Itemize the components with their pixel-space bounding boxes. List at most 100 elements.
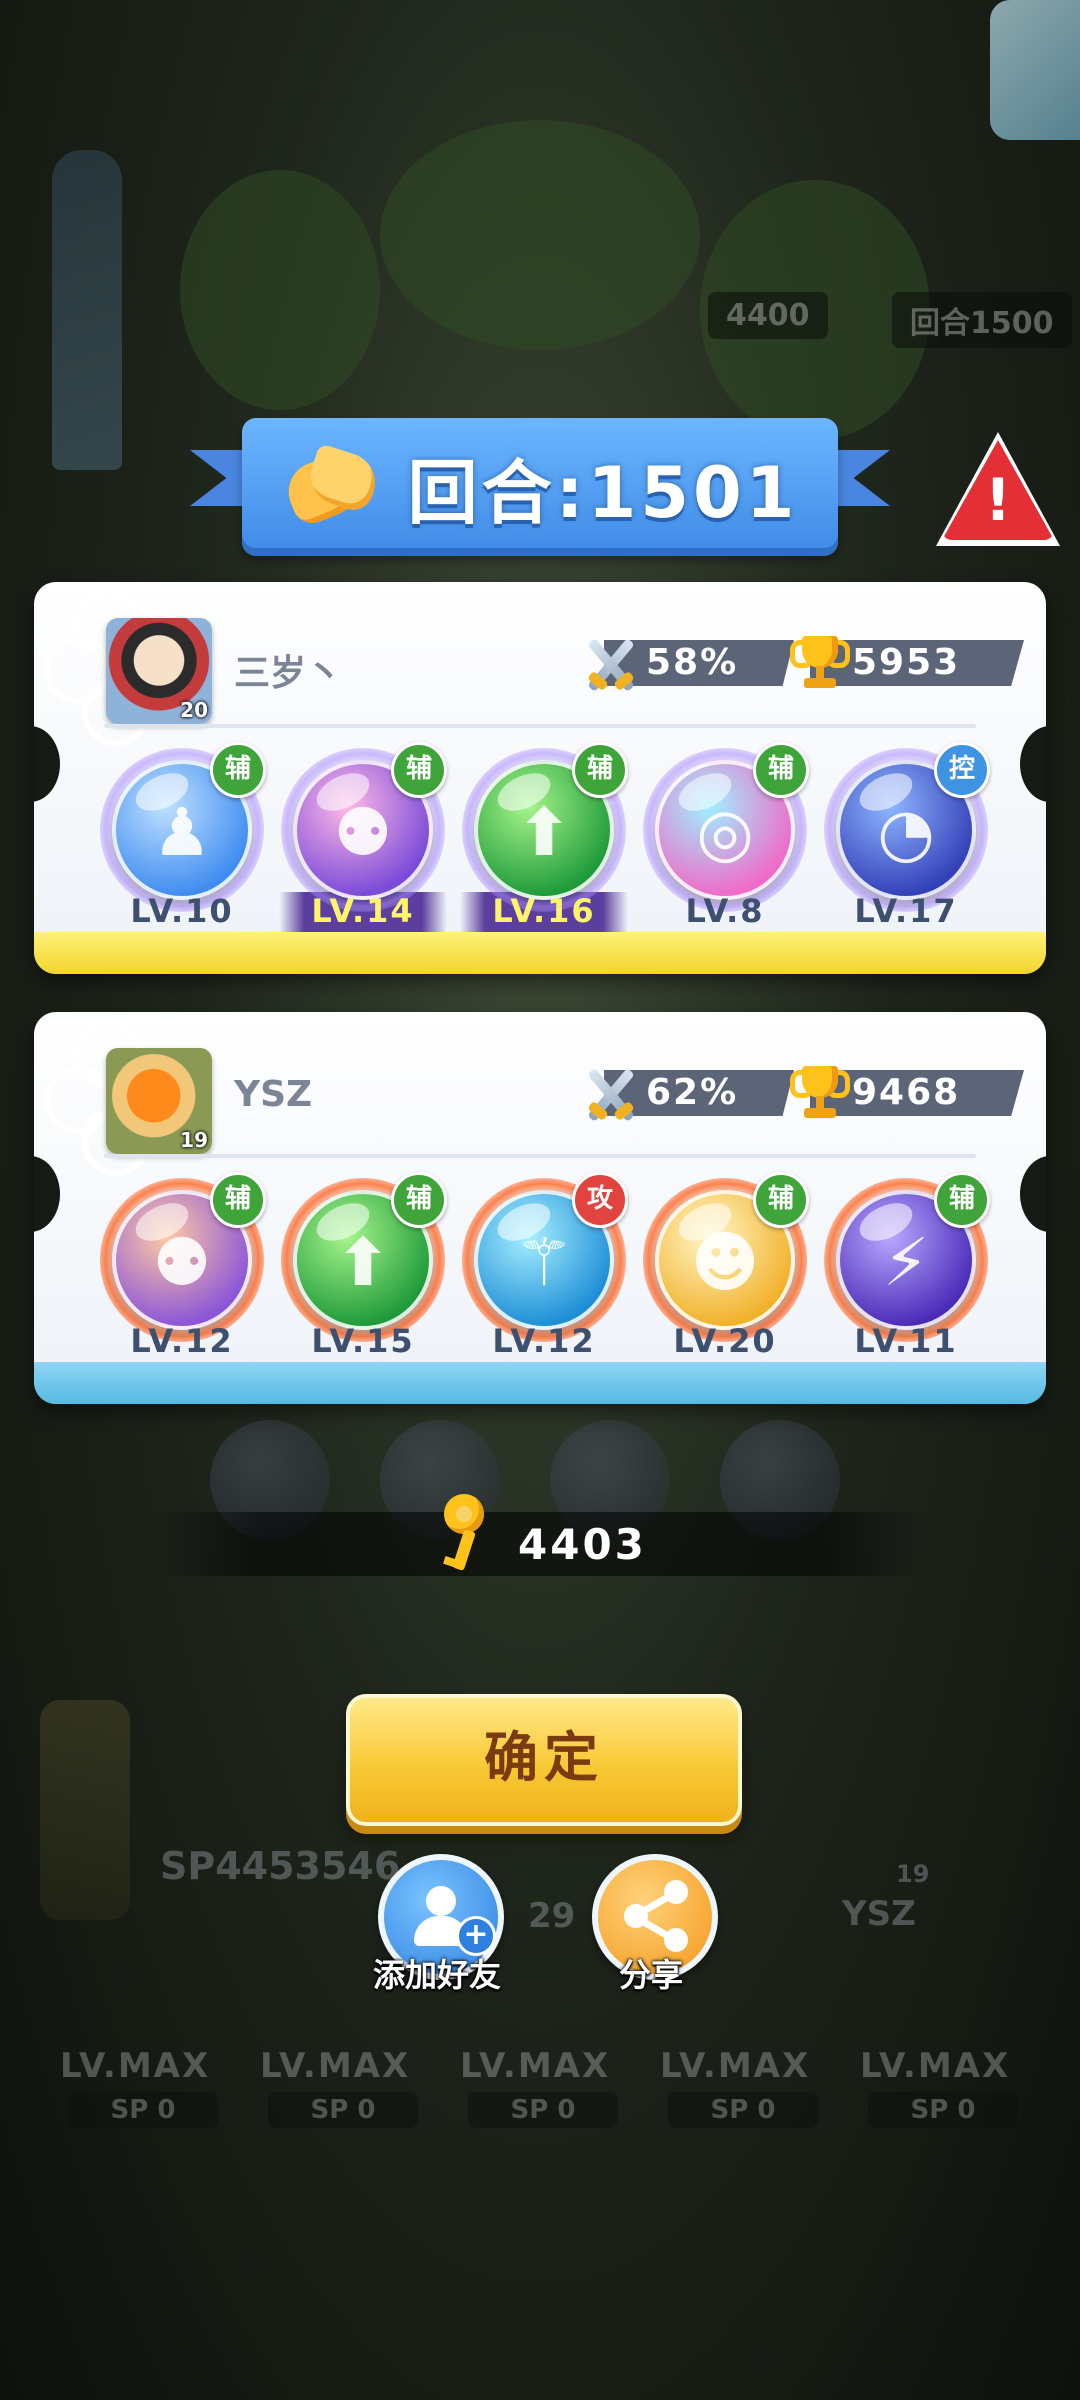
skill-role-badge: 控 xyxy=(934,742,990,798)
bg-slot-sp: SP 0 xyxy=(668,2092,818,2128)
bg-tree xyxy=(380,120,700,350)
divider xyxy=(104,1154,976,1158)
skill-slot[interactable]: ⬆ 辅 LV.15 xyxy=(275,1172,451,1366)
report-button[interactable]: ! xyxy=(936,432,1060,546)
bg-sword xyxy=(40,1700,130,1920)
skill-slot[interactable]: ◔ 控 LV.17 xyxy=(818,742,994,936)
bg-slot-level: LV.MAX xyxy=(460,2046,611,2086)
bg-number: 29 xyxy=(528,1896,576,1936)
bg-sp-value: 0 xyxy=(757,2095,776,2125)
skill-role-badge: 辅 xyxy=(572,742,628,798)
bg-sp-label: SP xyxy=(510,2095,549,2125)
skill-slot[interactable]: ⚉ 辅 LV.12 xyxy=(94,1172,270,1366)
skill-glyph: ♟ xyxy=(152,794,212,871)
skill-list: ⚉ 辅 LV.12 ⬆ 辅 LV.15 ⚚ 攻 LV.12 ☻ 辅 LV.20 ⚡ 辅 LV.11 xyxy=(94,1172,1014,1366)
bg-sp-label: SP xyxy=(110,2095,149,2125)
skill-level: LV.11 xyxy=(854,1322,958,1360)
skill-level: LV.10 xyxy=(130,892,234,930)
skill-role-badge: 辅 xyxy=(934,1172,990,1228)
share-label: 分享 xyxy=(618,1956,683,1994)
card-strip xyxy=(34,1362,1046,1404)
skill-glyph: ⚡ xyxy=(882,1224,930,1301)
bg-slot-level: LV.MAX xyxy=(660,2046,811,2086)
key-icon xyxy=(436,1494,496,1574)
bg-avatar-level: 19 xyxy=(896,1860,930,1888)
bg-sp-label: SP xyxy=(710,2095,749,2125)
crossed-swords-icon xyxy=(578,1064,642,1124)
card-notch xyxy=(34,1156,60,1232)
trophy-count: 9468 xyxy=(776,1064,1024,1120)
bg-slot-level: LV.MAX xyxy=(860,2046,1011,2086)
bg-cube-icon xyxy=(990,0,1080,140)
confirm-button[interactable]: 确定 xyxy=(346,1694,742,1826)
trophy-icon xyxy=(790,634,850,692)
avatar[interactable]: 19 xyxy=(106,1048,212,1154)
skill-level: LV.17 xyxy=(854,892,958,930)
skill-level: LV.16 xyxy=(492,892,596,930)
handshake-icon xyxy=(279,442,383,532)
share-button[interactable]: 分享 xyxy=(586,1854,718,1994)
skill-role-badge: 攻 xyxy=(572,1172,628,1228)
avatar-level: 20 xyxy=(180,698,208,722)
win-rate-value: 58% xyxy=(646,642,739,683)
add-friend-label: 添加好友 xyxy=(372,1956,501,1994)
skill-glyph: ⚚ xyxy=(514,1224,574,1301)
bg-sp-value: 0 xyxy=(157,2095,176,2125)
skill-level: LV.20 xyxy=(673,1322,777,1360)
skill-role-badge: 辅 xyxy=(210,742,266,798)
add-friend-button[interactable]: + 添加好友 xyxy=(372,1854,504,1994)
skill-glyph: ⚉ xyxy=(333,794,393,871)
bg-name: YSZ xyxy=(842,1894,916,1934)
divider xyxy=(104,724,976,728)
skill-role-badge: 辅 xyxy=(210,1172,266,1228)
bg-sp-value: 0 xyxy=(957,2095,976,2125)
trophy-value: 5953 xyxy=(852,642,961,683)
bg-round-pill: 回合1500 xyxy=(892,292,1072,348)
player-name: 三岁丶 xyxy=(234,653,343,694)
card-notch xyxy=(34,726,60,802)
skill-role-badge: 辅 xyxy=(753,742,809,798)
skill-role-badge: 辅 xyxy=(391,742,447,798)
skill-level: LV.12 xyxy=(130,1322,234,1360)
skill-role-badge: 辅 xyxy=(391,1172,447,1228)
skill-slot[interactable]: ☻ 辅 LV.20 xyxy=(637,1172,813,1366)
skill-slot[interactable]: ⚡ 辅 LV.11 xyxy=(818,1172,994,1366)
skill-level: LV.15 xyxy=(311,1322,415,1360)
skill-slot[interactable]: ⚉ 辅 LV.14 xyxy=(275,742,451,936)
skill-slot[interactable]: ◎ 辅 LV.8 xyxy=(637,742,813,936)
skill-glyph: ☻ xyxy=(690,1224,760,1301)
card-notch xyxy=(1020,726,1046,802)
skill-slot[interactable]: ⚚ 攻 LV.12 xyxy=(456,1172,632,1366)
skill-slot[interactable]: ♟ 辅 LV.10 xyxy=(94,742,270,936)
bg-sp-value: 0 xyxy=(357,2095,376,2125)
skill-slot[interactable]: ⬆ 辅 LV.16 xyxy=(456,742,632,936)
bg-slot-level: LV.MAX xyxy=(60,2046,211,2086)
skill-glyph: ⬆ xyxy=(516,794,572,871)
bg-sp-label: SP xyxy=(910,2095,949,2125)
player-name: YSZ xyxy=(234,1074,313,1115)
trophy-value: 9468 xyxy=(852,1072,961,1113)
avatar-level: 19 xyxy=(180,1128,208,1152)
player-card: 19 YSZ 62% 9468 ⚉ 辅 LV.12 ⬆ 辅 LV.15 ⚚ 攻 LV.12 ☻ 辅 L… xyxy=(34,1012,1046,1404)
avatar[interactable]: 20 xyxy=(106,618,212,724)
card-notch xyxy=(1020,1156,1046,1232)
key-count: 4403 xyxy=(518,1520,647,1569)
skill-glyph: ⚉ xyxy=(152,1224,212,1301)
skill-level: LV.12 xyxy=(492,1322,596,1360)
skill-level: LV.8 xyxy=(685,892,765,930)
bg-sword xyxy=(52,150,122,470)
skill-list: ♟ 辅 LV.10 ⚉ 辅 LV.14 ⬆ 辅 LV.16 ◎ 辅 LV.8 ◔ 控 LV.17 xyxy=(94,742,1014,936)
bg-sp-value: 0 xyxy=(557,2095,576,2125)
bg-slot-sp: SP 0 xyxy=(268,2092,418,2128)
player-card: 20 三岁丶 58% 5953 ♟ 辅 LV.10 ⚉ 辅 LV.14 ⬆ 辅 LV.16 ◎ 辅 L… xyxy=(34,582,1046,974)
round-title: 回合:1501 xyxy=(407,451,799,534)
skill-level: LV.14 xyxy=(311,892,415,930)
round-header: 回合:1501 xyxy=(242,418,838,556)
crossed-swords-icon xyxy=(578,634,642,694)
bg-tree xyxy=(180,170,380,410)
bg-sp-label: SP xyxy=(310,2095,349,2125)
trophy-count: 5953 xyxy=(776,634,1024,690)
bg-slot-sp: SP 0 xyxy=(468,2092,618,2128)
win-rate: 58% xyxy=(570,634,798,692)
bg-slot-sp: SP 0 xyxy=(68,2092,218,2128)
